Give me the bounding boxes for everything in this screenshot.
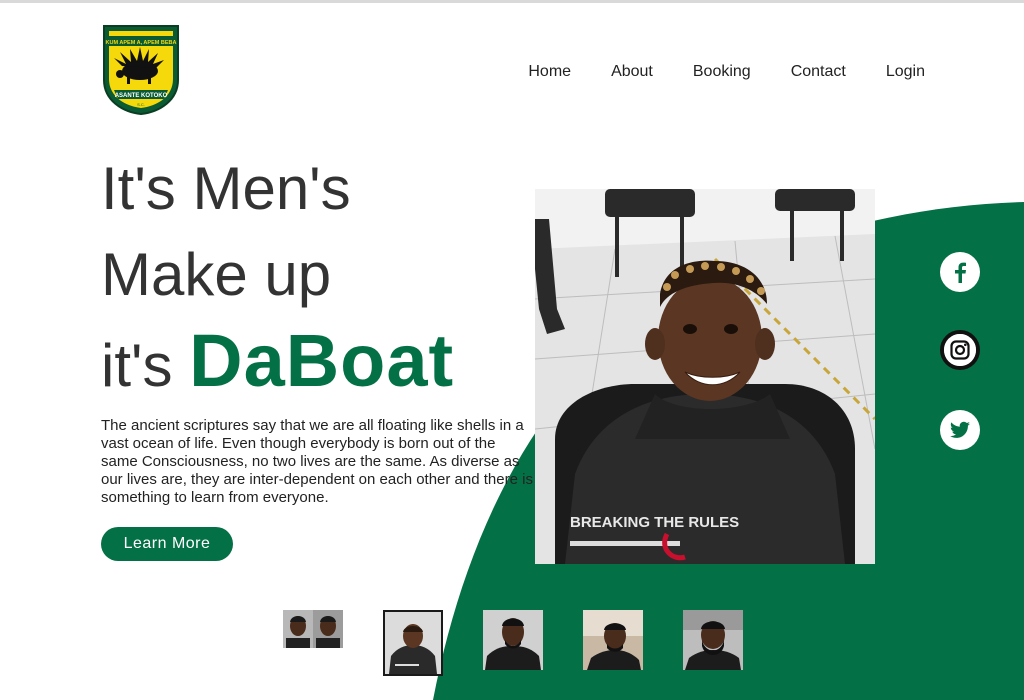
svg-text:S.C.: S.C. — [137, 102, 145, 107]
instagram-icon — [944, 334, 976, 366]
twitter-link[interactable] — [940, 410, 980, 450]
hero-heading-line-1: It's Men's — [101, 155, 351, 222]
cape-text: BREAKING THE RULES — [570, 514, 739, 531]
gallery-thumbnail-4[interactable] — [583, 610, 643, 670]
nav-contact-link[interactable]: Contact — [791, 62, 846, 82]
hero-heading-prefix: it's — [101, 332, 190, 399]
gallery-thumbnail-3[interactable] — [483, 610, 543, 670]
facebook-icon — [942, 254, 978, 290]
brand-name: DaBoat — [189, 319, 455, 402]
twitter-icon — [942, 412, 978, 448]
facebook-link[interactable] — [940, 252, 980, 292]
instagram-link[interactable] — [940, 330, 980, 370]
hero-description: The ancient scriptures say that we are a… — [101, 417, 533, 506]
hero-heading-line-2: Make up — [101, 241, 332, 308]
nav-login-link[interactable]: Login — [886, 62, 925, 82]
browser-top-border — [0, 0, 1024, 3]
main-nav: Home About Booking Contact Login — [528, 62, 925, 82]
svg-text:ASANTE KOTOKO: ASANTE KOTOKO — [115, 93, 168, 99]
nav-about-link[interactable]: About — [611, 62, 653, 82]
learn-more-button[interactable]: Learn More — [101, 527, 233, 561]
nav-home-link[interactable]: Home — [528, 62, 571, 82]
gallery-thumbnail-5[interactable] — [683, 610, 743, 670]
nav-booking-link[interactable]: Booking — [693, 62, 751, 82]
hero-heading: It's Men's Make up it's DaBoat — [101, 146, 454, 409]
gallery-thumbnail-2[interactable] — [383, 610, 443, 676]
hero-heading-line-3: it's DaBoat — [101, 318, 454, 409]
hero-photo: BREAKING THE RULES — [535, 189, 875, 564]
asante-kotoko-logo[interactable]: KUM APEM A, APEM BEBA ASANTE KOTOKO S.C. — [100, 22, 182, 116]
gallery-thumbnail-1[interactable] — [283, 610, 343, 648]
svg-text:KUM APEM A, APEM BEBA: KUM APEM A, APEM BEBA — [106, 40, 177, 46]
